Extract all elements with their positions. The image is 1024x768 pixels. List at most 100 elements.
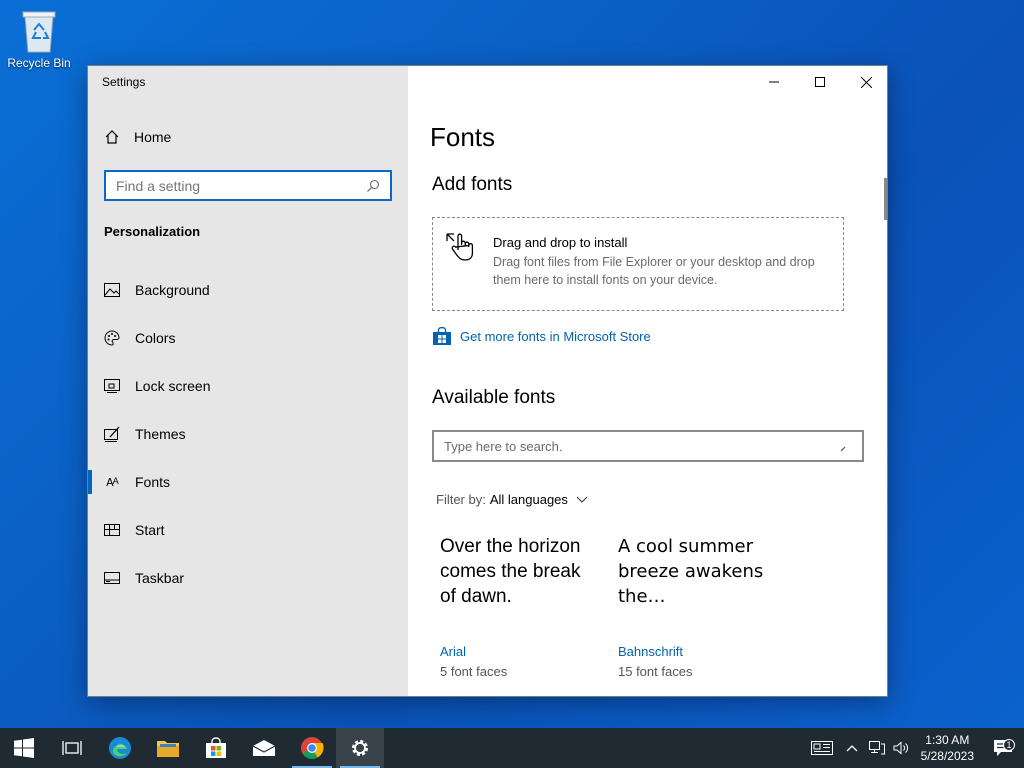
windows-logo-icon [14, 738, 34, 758]
sidebar-item-lock-screen[interactable]: Lock screen [88, 362, 408, 410]
settings-window: Settings Home Personalization Background [87, 65, 888, 697]
font-face-count: 15 font faces [618, 664, 693, 679]
content-scrollbar[interactable] [884, 178, 887, 220]
folder-icon [157, 741, 179, 757]
sidebar-nav: Background Colors Lock screen Themes A A… [88, 266, 408, 602]
home-nav-item[interactable]: Home [104, 129, 171, 145]
home-label: Home [134, 129, 172, 145]
close-button[interactable] [843, 66, 887, 98]
speaker-icon [893, 741, 908, 755]
drop-description: Drag font files from File Explorer or yo… [493, 255, 815, 287]
file-explorer-button[interactable] [144, 728, 192, 768]
maximize-button[interactable] [797, 66, 843, 98]
font-card-arial[interactable]: Over the horizon comes the break of dawn… [440, 534, 600, 679]
gear-icon [352, 740, 368, 756]
microsoft-store-button[interactable] [192, 728, 240, 768]
home-icon [105, 130, 119, 144]
sidebar-item-background[interactable]: Background [88, 266, 408, 314]
sidebar-item-label: Start [135, 522, 165, 538]
store-icon [206, 737, 226, 758]
themes-icon [104, 426, 120, 442]
sidebar-item-label: Themes [135, 426, 186, 442]
language-filter[interactable]: Filter by: All languages [436, 492, 588, 507]
page-title: Fonts [430, 122, 496, 152]
show-hidden-icons-button[interactable] [839, 744, 865, 752]
window-controls [751, 66, 887, 98]
recycle-bin-icon [19, 8, 59, 54]
recycle-bin-label: Recycle Bin [7, 56, 71, 70]
sidebar-item-taskbar[interactable]: Taskbar [88, 554, 408, 602]
font-search-box[interactable] [432, 430, 864, 462]
clock[interactable]: 1:30 AM 5/28/2023 [913, 732, 982, 764]
close-icon [860, 76, 872, 88]
store-bag-icon [433, 327, 451, 345]
palette-icon [104, 330, 120, 346]
task-view-icon [62, 741, 82, 755]
chrome-button[interactable] [288, 728, 336, 768]
background-icon [104, 282, 120, 298]
task-view-button[interactable] [48, 728, 96, 768]
search-icon [367, 179, 380, 192]
chrome-icon [301, 737, 324, 759]
mail-button[interactable] [240, 728, 288, 768]
sidebar-item-label: Fonts [135, 474, 171, 490]
action-center-button[interactable]: 1 [982, 739, 1024, 757]
minimize-button[interactable] [751, 66, 797, 98]
taskbar-icon [104, 570, 120, 586]
find-setting-input[interactable] [116, 177, 366, 194]
clock-time: 1:30 AM [925, 733, 970, 747]
font-search-input[interactable] [444, 438, 840, 454]
sidebar-item-label: Taskbar [135, 570, 185, 586]
font-name: Arial [440, 644, 467, 659]
settings-button[interactable] [336, 728, 384, 768]
volume-button[interactable] [889, 741, 913, 755]
sidebar-item-start[interactable]: Start [88, 506, 408, 554]
system-tray: 1:30 AM 5/28/2023 1 [805, 728, 1024, 768]
sidebar-item-colors[interactable]: Colors [88, 314, 408, 362]
microsoft-store-link[interactable]: Get more fonts in Microsoft Store [432, 327, 651, 345]
edge-button[interactable] [96, 728, 144, 768]
mail-icon [252, 740, 276, 756]
font-drop-zone[interactable]: Drag and drop to install Drag font files… [432, 217, 844, 311]
network-button[interactable] [865, 741, 889, 755]
edge-icon [109, 737, 131, 759]
font-face-count: 5 font faces [440, 664, 508, 679]
recycle-bin-shortcut[interactable]: Recycle Bin [6, 8, 72, 70]
sidebar-item-label: Lock screen [135, 378, 211, 394]
font-card-bahnschrift[interactable]: A cool summer breeze awakens the… Bahnsc… [618, 534, 778, 679]
add-fonts-heading: Add fonts [432, 174, 513, 195]
filter-label: Filter by: [436, 492, 486, 507]
sidebar-item-label: Colors [135, 330, 176, 346]
fonts-page: Fonts Add fonts Drag and drop to install… [408, 66, 887, 696]
section-title: Personalization [104, 224, 201, 239]
start-icon [104, 522, 120, 538]
search-icon [840, 446, 846, 452]
network-icon [868, 741, 885, 755]
maximize-icon [815, 77, 825, 87]
sidebar-item-label: Background [135, 282, 210, 298]
minimize-icon [769, 81, 779, 83]
notification-count: 1 [1003, 739, 1015, 751]
window-title: Settings [102, 75, 146, 89]
news-button[interactable] [805, 741, 839, 755]
available-fonts-heading: Available fonts [432, 387, 556, 408]
font-name: Bahnschrift [618, 644, 684, 659]
drop-title: Drag and drop to install [493, 235, 628, 250]
font-sample-text: A cool summer breeze awakens the… [618, 536, 764, 607]
store-link-label: Get more fonts in Microsoft Store [460, 328, 651, 344]
chevron-up-icon [846, 745, 858, 752]
taskbar: 1:30 AM 5/28/2023 1 [0, 728, 1024, 768]
chevron-down-icon [576, 496, 588, 503]
start-button[interactable] [0, 728, 48, 768]
settings-sidebar: Settings Home Personalization Background [88, 66, 408, 696]
sidebar-item-fonts[interactable]: AA Fonts [88, 458, 408, 506]
font-sample-text: Over the horizon comes the break of dawn… [440, 536, 581, 607]
fonts-icon: AA [106, 475, 119, 489]
filter-value: All languages [489, 492, 568, 507]
sidebar-item-themes[interactable]: Themes [88, 410, 408, 458]
lock-screen-icon [104, 378, 120, 394]
clock-date: 5/28/2023 [920, 749, 974, 763]
news-icon [810, 741, 833, 755]
find-setting-search[interactable] [104, 170, 392, 201]
drag-hand-icon [445, 230, 479, 267]
